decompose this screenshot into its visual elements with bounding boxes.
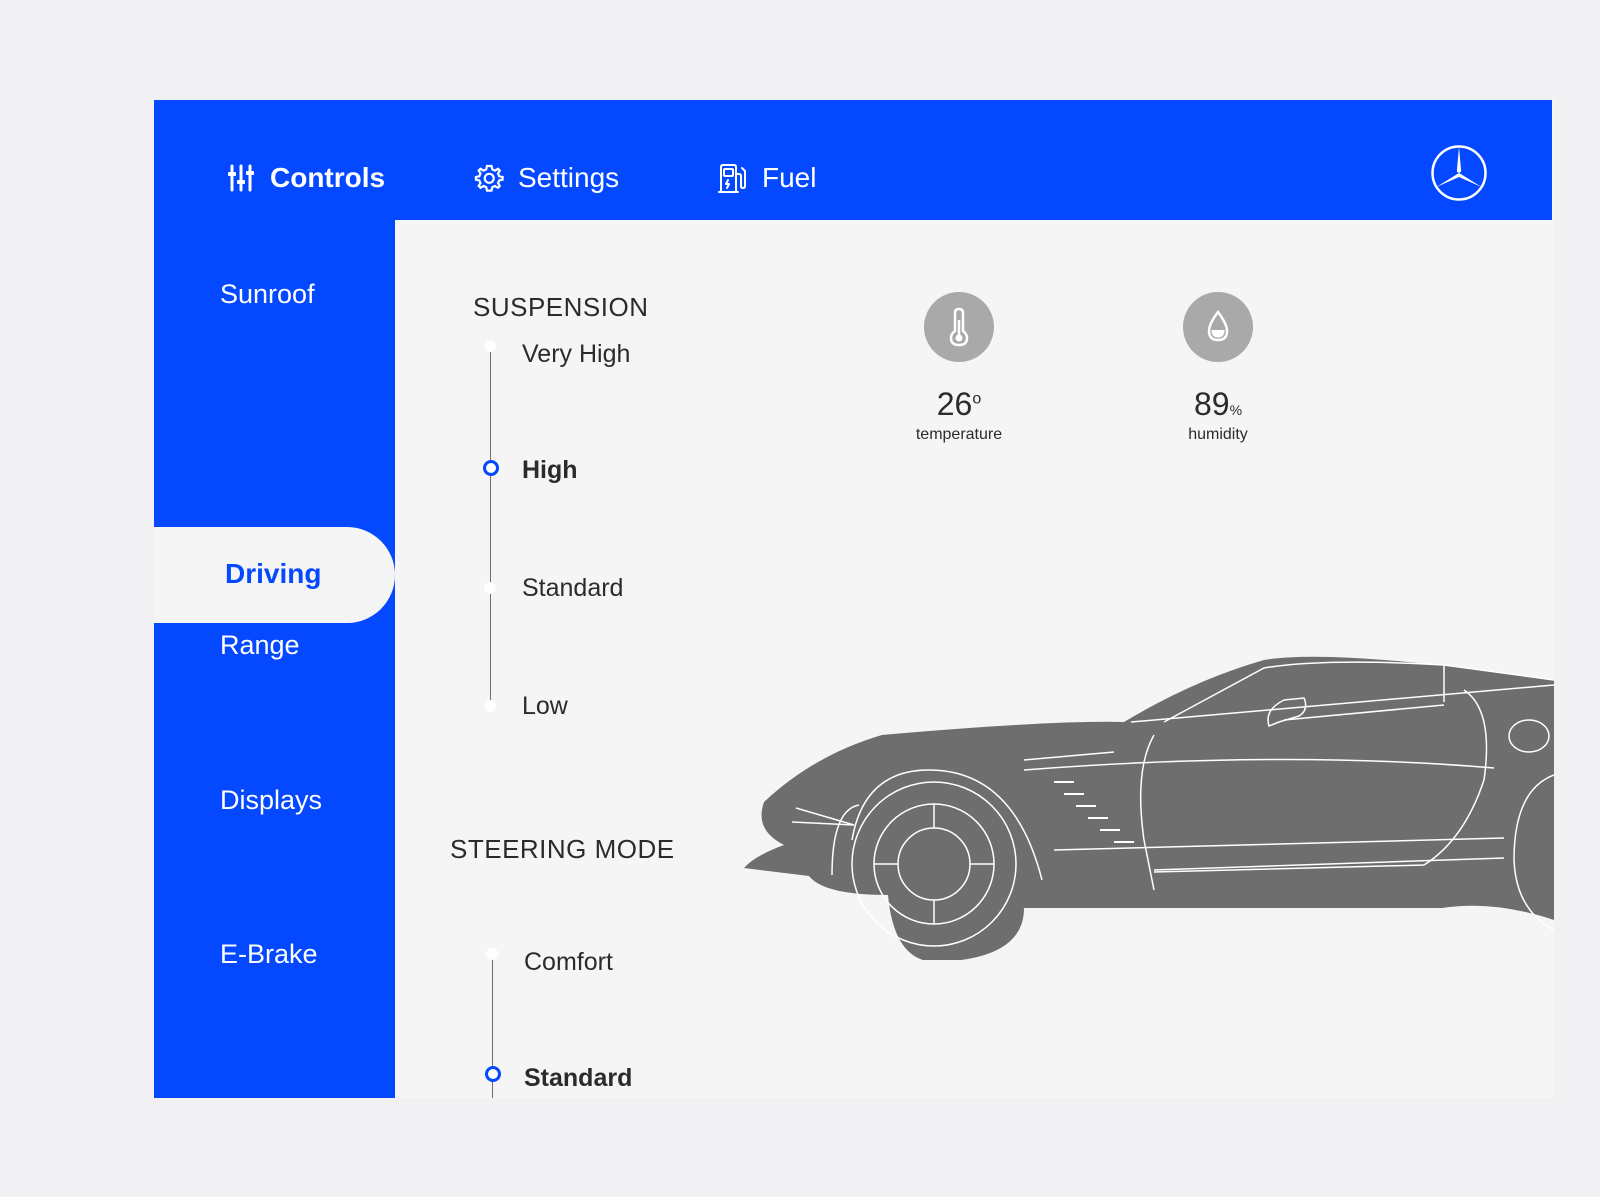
water-drop-icon — [1207, 309, 1229, 342]
temperature-value: 26o — [879, 386, 1039, 423]
suspension-title: SUSPENSION — [473, 292, 649, 322]
steering-option-standard[interactable]: Standard — [524, 1064, 632, 1093]
sliders-icon — [228, 164, 254, 192]
sidebar-item-displays[interactable]: Displays — [220, 785, 322, 816]
tab-fuel-label: Fuel — [762, 162, 817, 193]
thermometer-icon — [949, 307, 969, 347]
app-window: Controls Settings Fuel Sunroof Driving R… — [154, 100, 1554, 1098]
steering-mode-title: STEERING MODE — [450, 834, 675, 864]
suspension-dot-very-high[interactable] — [484, 340, 496, 352]
suspension-option-high[interactable]: High — [522, 456, 578, 485]
tab-settings-label: Settings — [518, 162, 620, 193]
suspension-option-standard[interactable]: Standard — [522, 574, 623, 603]
temperature-badge — [924, 292, 994, 362]
suspension-option-low[interactable]: Low — [522, 692, 568, 721]
sidebar-item-ebrake[interactable]: E-Brake — [220, 939, 318, 970]
sidebar-item-range[interactable]: Range — [220, 630, 300, 661]
sidebar-item-driving[interactable]: Driving — [154, 527, 395, 623]
gear-icon — [474, 164, 504, 192]
humidity-badge — [1183, 292, 1253, 362]
suspension-option-very-high[interactable]: Very High — [522, 340, 630, 369]
suspension-dot-standard[interactable] — [484, 582, 496, 594]
three-pointed-star-logo[interactable] — [1430, 144, 1488, 202]
tab-fuel[interactable]: Fuel — [716, 158, 816, 198]
tab-controls[interactable]: Controls — [226, 158, 385, 198]
humidity-value: 89% — [1138, 386, 1298, 423]
sidebar-item-sunroof[interactable]: Sunroof — [220, 279, 315, 310]
steering-option-comfort[interactable]: Comfort — [524, 948, 613, 977]
temperature-unit: o — [972, 390, 982, 408]
top-navigation-bar: Controls Settings Fuel — [154, 100, 1552, 220]
fuel-pump-icon — [718, 164, 746, 193]
tab-controls-label: Controls — [270, 162, 386, 193]
sidebar-item-driving-label: Driving — [225, 558, 322, 589]
sidebar: Sunroof Driving Range Displays E-Brake — [154, 220, 395, 1098]
temperature-label: temperature — [915, 426, 1003, 443]
humidity-label: humidity — [1188, 426, 1248, 443]
suspension-dot-low[interactable] — [484, 700, 496, 712]
suspension-dot-high[interactable] — [483, 460, 499, 476]
steering-dot-comfort[interactable] — [486, 948, 498, 960]
suspension-track — [490, 346, 491, 706]
tab-settings[interactable]: Settings — [474, 158, 619, 198]
temperature-number: 26 — [936, 386, 973, 422]
steering-dot-standard[interactable] — [485, 1066, 501, 1082]
humidity-number: 89 — [1193, 386, 1230, 422]
humidity-unit: % — [1229, 402, 1243, 418]
car-side-view-illustration — [744, 656, 1554, 960]
